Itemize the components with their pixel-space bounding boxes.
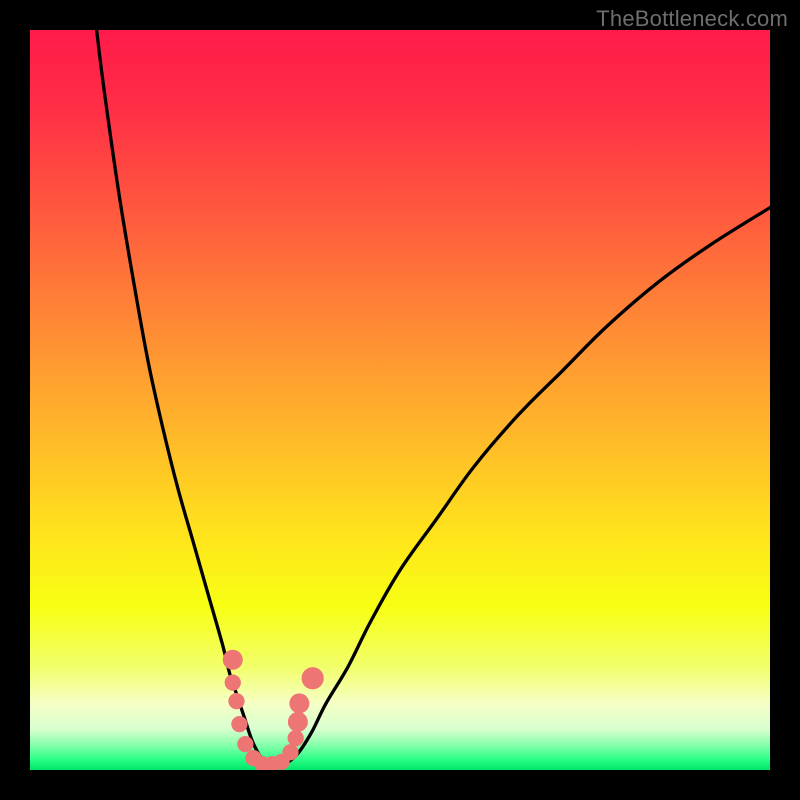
data-point (231, 716, 247, 732)
data-point (225, 675, 241, 691)
curves-layer (30, 30, 770, 770)
data-point (302, 667, 324, 689)
right-curve (282, 208, 770, 767)
data-markers (223, 650, 324, 770)
plot-area (30, 30, 770, 770)
chart-frame: TheBottleneck.com (0, 0, 800, 800)
data-point (282, 744, 298, 760)
watermark-text: TheBottleneck.com (596, 6, 788, 32)
data-point (237, 736, 253, 752)
data-point (288, 712, 308, 732)
data-point (223, 650, 243, 670)
data-point (289, 693, 309, 713)
data-point (228, 693, 244, 709)
data-point (288, 730, 304, 746)
